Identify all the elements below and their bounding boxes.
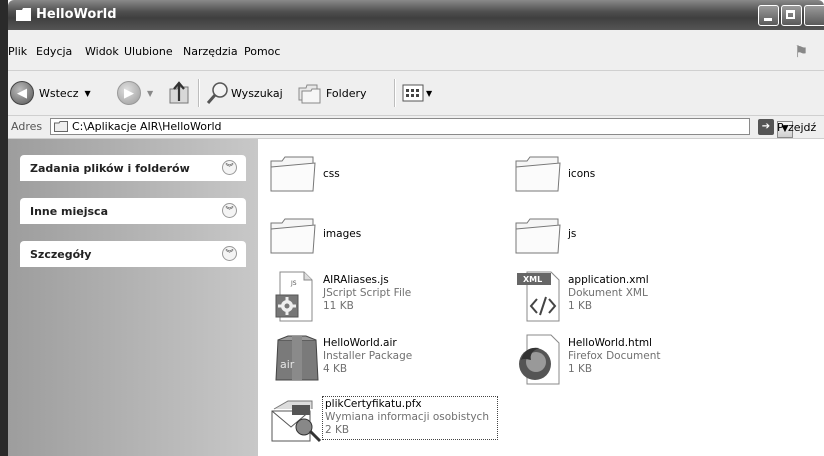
forward-button[interactable]: ▶ ▼ xyxy=(117,71,153,115)
file-size: 1 KB xyxy=(568,363,593,375)
file-name: css xyxy=(323,168,340,180)
file-type: Wymiana informacji osobistych xyxy=(325,411,489,423)
search-label: Wyszukaj xyxy=(231,86,283,100)
certificate-file-icon xyxy=(271,400,322,443)
folder-icon xyxy=(515,218,561,254)
address-input[interactable]: C:\Aplikacje AIR\HelloWorld ▼ xyxy=(50,118,793,138)
address-label: Adres xyxy=(11,120,43,133)
firefox-document-icon xyxy=(519,334,560,385)
go-arrow-icon: ➔ xyxy=(758,119,774,135)
go-label: Przejdź xyxy=(777,120,817,134)
task-group-details[interactable]: Szczegóły ︾ xyxy=(20,241,246,267)
chevron-down-icon[interactable]: ︾ xyxy=(222,160,237,175)
file-size: 2 KB xyxy=(325,424,350,436)
windows-logo-icon: ⚑ xyxy=(794,42,809,61)
minimize-button[interactable] xyxy=(758,5,779,26)
file-name: HelloWorld.html xyxy=(568,337,652,349)
xml-file-icon: XML xyxy=(517,271,560,322)
task-group-file-folder-tasks[interactable]: Zadania plików i folderów ︾ xyxy=(20,155,246,181)
file-name: AIRAliases.js xyxy=(323,274,389,286)
jscript-file-icon: JS xyxy=(275,271,313,322)
menu-edit[interactable]: Edycja xyxy=(36,45,72,58)
task-group-label: Szczegóły xyxy=(30,248,92,261)
task-group-other-places[interactable]: Inne miejsca ︾ xyxy=(20,198,246,224)
back-button[interactable]: ◀ Wstecz ▼ xyxy=(10,71,91,115)
file-name: icons xyxy=(568,168,596,180)
folder-icon xyxy=(270,218,316,254)
window-title: HelloWorld xyxy=(36,7,117,22)
folder-icon xyxy=(54,121,68,132)
views-icon xyxy=(402,84,424,102)
folder-icon xyxy=(515,156,561,192)
menu-help[interactable]: Pomoc xyxy=(244,45,280,58)
file-type: Dokument XML xyxy=(568,287,648,299)
file-type: Firefox Document xyxy=(568,350,661,362)
toolbar-separator xyxy=(198,79,200,107)
file-name: js xyxy=(568,228,577,240)
chevron-down-icon[interactable]: ︾ xyxy=(222,203,237,218)
file-name: application.xml xyxy=(568,274,649,286)
air-package-icon: air xyxy=(275,335,319,381)
menu-view[interactable]: Widok xyxy=(85,45,119,58)
menu-tools[interactable]: Narzędzia xyxy=(183,45,238,58)
back-label: Wstecz xyxy=(39,86,79,100)
close-button[interactable] xyxy=(804,5,824,26)
file-type: Installer Package xyxy=(323,350,413,362)
views-button[interactable]: ▼ xyxy=(402,71,432,115)
file-name: plikCertyfikatu.pfx xyxy=(325,398,422,410)
back-arrow-icon: ◀ xyxy=(10,81,34,105)
file-type-badge: air xyxy=(280,358,295,371)
folders-icon xyxy=(298,84,321,104)
address-path: C:\Aplikacje AIR\HelloWorld xyxy=(72,120,222,133)
toolbar-separator xyxy=(394,79,396,107)
folders-button[interactable]: Foldery xyxy=(297,71,367,115)
forward-arrow-icon: ▶ xyxy=(117,81,141,105)
file-type-badge: JS xyxy=(290,280,297,287)
search-icon xyxy=(206,82,228,104)
folders-label: Foldery xyxy=(326,86,367,100)
file-type-badge: XML xyxy=(523,275,542,284)
caret-down-icon: ▼ xyxy=(147,88,154,98)
explorer-window: HelloWorld Plik Edycja Widok Ulubione Na… xyxy=(8,0,824,456)
folder-icon xyxy=(270,156,316,192)
task-group-label: Zadania plików i folderów xyxy=(30,162,190,175)
file-name: images xyxy=(323,228,362,240)
file-list: css icons images js JS AIRAliases.js JSc… xyxy=(258,139,824,456)
chevron-down-icon[interactable]: ︾ xyxy=(222,246,237,261)
caret-down-icon: ▼ xyxy=(426,88,433,98)
toolbar: ◀ Wstecz ▼ ▶ ▼ Wyszukaj Foldery ▼ xyxy=(8,71,824,116)
address-bar: Adres C:\Aplikacje AIR\HelloWorld ▼ ➔ Pr… xyxy=(8,116,824,139)
file-name: HelloWorld.air xyxy=(323,337,397,349)
go-button[interactable]: ➔ Przejdź xyxy=(758,118,816,136)
file-type: JScript Script File xyxy=(323,287,412,299)
menu-bar: Plik Edycja Widok Ulubione Narzędzia Pom… xyxy=(8,30,824,71)
search-button[interactable]: Wyszukaj xyxy=(206,71,283,115)
file-size: 4 KB xyxy=(323,363,348,375)
file-size: 11 KB xyxy=(323,300,354,312)
caret-down-icon: ▼ xyxy=(84,88,91,98)
task-group-label: Inne miejsca xyxy=(30,205,108,218)
up-folder-icon xyxy=(169,81,189,104)
up-folder-button[interactable] xyxy=(168,71,190,115)
menu-file[interactable]: Plik xyxy=(8,45,27,58)
folder-icon xyxy=(16,8,31,21)
maximize-button[interactable] xyxy=(781,5,802,26)
file-size: 1 KB xyxy=(568,300,593,312)
menu-favorites[interactable]: Ulubione xyxy=(124,45,173,58)
title-bar[interactable]: HelloWorld xyxy=(8,0,824,30)
task-pane: Zadania plików i folderów ︾ Inne miejsca… xyxy=(8,139,258,456)
